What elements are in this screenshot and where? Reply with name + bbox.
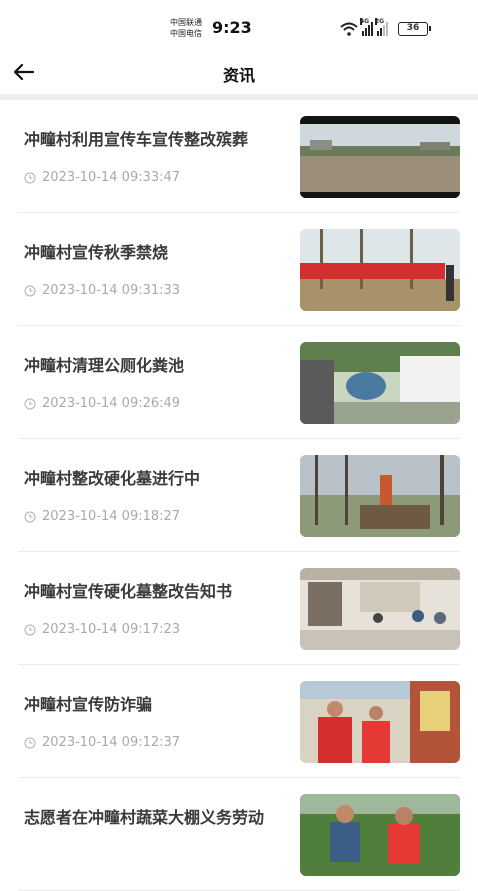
page-title: 资讯 — [222, 66, 255, 85]
news-thumbnail — [300, 116, 460, 198]
signal-1-icon: 4G — [360, 18, 373, 36]
signal-2-icon: 2G — [375, 18, 388, 36]
news-time-text: 2023-10-14 09:33:47 — [42, 170, 181, 185]
news-time: 2023-10-14 09:31:33 — [24, 283, 180, 298]
news-item[interactable]: 冲疃村宣传秋季禁烧 2023-10-14 09:31:33 — [18, 213, 460, 326]
news-time-text: 2023-10-14 09:18:27 — [42, 509, 181, 524]
news-item[interactable]: 冲疃村清理公厕化粪池 2023-10-14 09:26:49 — [18, 326, 460, 439]
clock-icon — [24, 285, 36, 296]
nav-bar: 资讯 — [0, 52, 478, 92]
news-item[interactable]: 冲疃村宣传防诈骗 2023-10-14 09:12:37 — [18, 665, 460, 778]
news-time-text: 2023-10-14 09:26:49 — [42, 396, 181, 411]
news-item[interactable]: 冲疃村整改硬化墓进行中 2023-10-14 09:18:27 — [18, 439, 460, 552]
news-time-text: 2023-10-14 09:12:37 — [42, 735, 181, 750]
system-icons: 4G 2G 36 — [340, 18, 431, 38]
wifi-icon — [340, 22, 358, 36]
clock-icon — [24, 624, 36, 635]
news-time: 2023-10-14 09:17:23 — [24, 622, 180, 637]
news-time: 2023-10-14 09:33:47 — [24, 170, 180, 185]
news-thumbnail — [300, 455, 460, 537]
news-time: 2023-10-14 09:26:49 — [24, 396, 180, 411]
carrier-labels: 中国联通 中国电信 — [170, 17, 202, 39]
signal-2-gen: 2G — [375, 18, 385, 25]
news-item[interactable]: 冲疃村利用宣传车宣传整改殡葬 2023-10-14 09:33:47 — [18, 100, 460, 213]
clock-icon — [24, 511, 36, 522]
news-time: 2023-10-14 09:18:27 — [24, 509, 180, 524]
news-thumbnail — [300, 681, 460, 763]
battery-icon: 36 — [398, 22, 431, 36]
clock-icon — [24, 737, 36, 748]
news-title: 冲疃村宣传防诈骗 — [24, 695, 153, 714]
news-title: 冲疃村宣传秋季禁烧 — [24, 243, 169, 262]
news-time-text: 2023-10-14 09:17:23 — [42, 622, 181, 637]
carrier-1: 中国联通 — [170, 18, 202, 27]
status-bar: 中国联通 中国电信 9:23 4G 2G 36 — [0, 0, 478, 52]
news-thumbnail — [300, 794, 460, 876]
signal-1-gen: 4G — [360, 18, 370, 25]
news-title: 志愿者在冲疃村蔬菜大棚义务劳动 — [24, 808, 265, 827]
news-title: 冲疃村利用宣传车宣传整改殡葬 — [24, 130, 249, 149]
news-thumbnail — [300, 568, 460, 650]
clock-icon — [24, 172, 36, 183]
news-time-text: 2023-10-14 09:31:33 — [42, 283, 181, 298]
news-thumbnail — [300, 229, 460, 311]
news-item[interactable]: 冲疃村宣传硬化墓整改告知书 2023-10-14 09:17:23 — [18, 552, 460, 665]
clock-icon — [24, 398, 36, 409]
news-item[interactable]: 志愿者在冲疃村蔬菜大棚义务劳动 — [18, 778, 460, 891]
news-title: 冲疃村整改硬化墓进行中 — [24, 469, 201, 488]
status-time: 9:23 — [212, 18, 252, 37]
carrier-2: 中国电信 — [170, 29, 202, 38]
news-list: 冲疃村利用宣传车宣传整改殡葬 2023-10-14 09:33:47 冲疃村宣传… — [0, 100, 478, 891]
news-title: 冲疃村宣传硬化墓整改告知书 — [24, 582, 233, 601]
news-thumbnail — [300, 342, 460, 424]
news-time: 2023-10-14 09:12:37 — [24, 735, 180, 750]
news-title: 冲疃村清理公厕化粪池 — [24, 356, 185, 375]
